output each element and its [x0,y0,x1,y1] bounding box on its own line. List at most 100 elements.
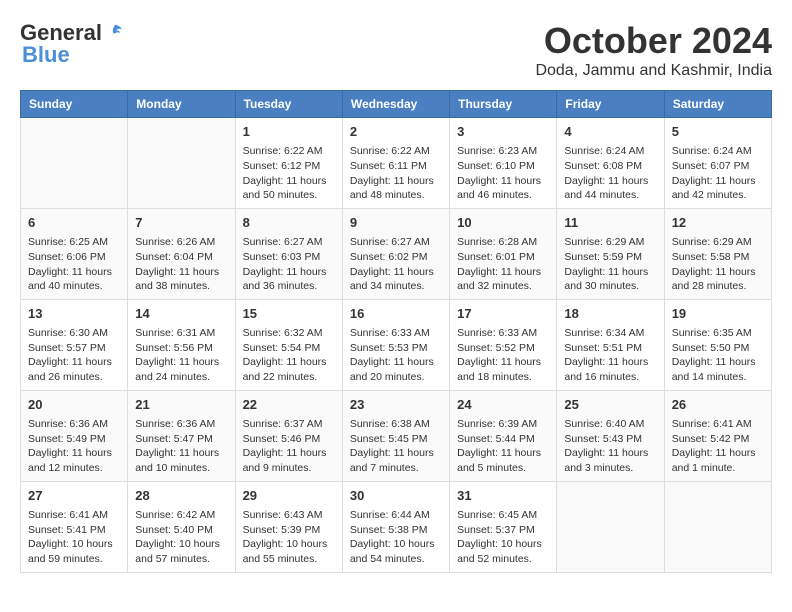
calendar-cell [664,481,771,572]
day-info: Sunrise: 6:25 AMSunset: 6:06 PMDaylight:… [28,235,120,294]
calendar-cell: 4 Sunrise: 6:24 AMSunset: 6:08 PMDayligh… [557,118,664,209]
calendar-cell: 9 Sunrise: 6:27 AMSunset: 6:02 PMDayligh… [342,208,449,299]
day-number: 5 [672,123,764,141]
day-number: 29 [243,487,335,505]
day-number: 17 [457,305,549,323]
day-number: 15 [243,305,335,323]
day-number: 6 [28,214,120,232]
day-info: Sunrise: 6:37 AMSunset: 5:46 PMDaylight:… [243,417,335,476]
day-number: 7 [135,214,227,232]
calendar-cell: 20 Sunrise: 6:36 AMSunset: 5:49 PMDaylig… [21,390,128,481]
calendar-header-friday: Friday [557,91,664,118]
day-info: Sunrise: 6:43 AMSunset: 5:39 PMDaylight:… [243,508,335,567]
day-info: Sunrise: 6:32 AMSunset: 5:54 PMDaylight:… [243,326,335,385]
calendar-cell: 25 Sunrise: 6:40 AMSunset: 5:43 PMDaylig… [557,390,664,481]
day-number: 9 [350,214,442,232]
day-info: Sunrise: 6:36 AMSunset: 5:49 PMDaylight:… [28,417,120,476]
day-number: 21 [135,396,227,414]
day-number: 28 [135,487,227,505]
day-info: Sunrise: 6:31 AMSunset: 5:56 PMDaylight:… [135,326,227,385]
calendar-header-saturday: Saturday [664,91,771,118]
day-number: 8 [243,214,335,232]
day-number: 14 [135,305,227,323]
day-info: Sunrise: 6:27 AMSunset: 6:02 PMDaylight:… [350,235,442,294]
calendar-cell: 26 Sunrise: 6:41 AMSunset: 5:42 PMDaylig… [664,390,771,481]
calendar-week-row: 20 Sunrise: 6:36 AMSunset: 5:49 PMDaylig… [21,390,772,481]
calendar-header-wednesday: Wednesday [342,91,449,118]
calendar-cell: 2 Sunrise: 6:22 AMSunset: 6:11 PMDayligh… [342,118,449,209]
calendar-header-tuesday: Tuesday [235,91,342,118]
day-number: 19 [672,305,764,323]
day-number: 20 [28,396,120,414]
day-info: Sunrise: 6:33 AMSunset: 5:53 PMDaylight:… [350,326,442,385]
day-number: 2 [350,123,442,141]
day-number: 26 [672,396,764,414]
location: Doda, Jammu and Kashmir, India [535,62,772,80]
day-number: 1 [243,123,335,141]
day-number: 31 [457,487,549,505]
calendar-week-row: 13 Sunrise: 6:30 AMSunset: 5:57 PMDaylig… [21,299,772,390]
day-number: 3 [457,123,549,141]
day-info: Sunrise: 6:30 AMSunset: 5:57 PMDaylight:… [28,326,120,385]
calendar-cell: 30 Sunrise: 6:44 AMSunset: 5:38 PMDaylig… [342,481,449,572]
calendar-cell: 12 Sunrise: 6:29 AMSunset: 5:58 PMDaylig… [664,208,771,299]
day-number: 23 [350,396,442,414]
calendar-cell: 8 Sunrise: 6:27 AMSunset: 6:03 PMDayligh… [235,208,342,299]
day-number: 22 [243,396,335,414]
logo-blue: Blue [22,42,70,68]
day-info: Sunrise: 6:23 AMSunset: 6:10 PMDaylight:… [457,144,549,203]
calendar-week-row: 27 Sunrise: 6:41 AMSunset: 5:41 PMDaylig… [21,481,772,572]
day-number: 12 [672,214,764,232]
calendar-cell [557,481,664,572]
calendar-cell: 19 Sunrise: 6:35 AMSunset: 5:50 PMDaylig… [664,299,771,390]
day-number: 30 [350,487,442,505]
calendar-week-row: 6 Sunrise: 6:25 AMSunset: 6:06 PMDayligh… [21,208,772,299]
day-info: Sunrise: 6:29 AMSunset: 5:59 PMDaylight:… [564,235,656,294]
day-info: Sunrise: 6:45 AMSunset: 5:37 PMDaylight:… [457,508,549,567]
day-number: 24 [457,396,549,414]
calendar-header-thursday: Thursday [450,91,557,118]
day-info: Sunrise: 6:33 AMSunset: 5:52 PMDaylight:… [457,326,549,385]
calendar-header-row: SundayMondayTuesdayWednesdayThursdayFrid… [21,91,772,118]
logo-bird-icon [104,22,126,44]
calendar-cell: 31 Sunrise: 6:45 AMSunset: 5:37 PMDaylig… [450,481,557,572]
calendar-cell [21,118,128,209]
calendar-table: SundayMondayTuesdayWednesdayThursdayFrid… [20,90,772,573]
calendar-cell: 3 Sunrise: 6:23 AMSunset: 6:10 PMDayligh… [450,118,557,209]
day-info: Sunrise: 6:26 AMSunset: 6:04 PMDaylight:… [135,235,227,294]
day-info: Sunrise: 6:39 AMSunset: 5:44 PMDaylight:… [457,417,549,476]
day-info: Sunrise: 6:44 AMSunset: 5:38 PMDaylight:… [350,508,442,567]
calendar-cell: 28 Sunrise: 6:42 AMSunset: 5:40 PMDaylig… [128,481,235,572]
day-info: Sunrise: 6:24 AMSunset: 6:07 PMDaylight:… [672,144,764,203]
calendar-cell: 27 Sunrise: 6:41 AMSunset: 5:41 PMDaylig… [21,481,128,572]
day-number: 27 [28,487,120,505]
day-number: 4 [564,123,656,141]
calendar-cell: 16 Sunrise: 6:33 AMSunset: 5:53 PMDaylig… [342,299,449,390]
calendar-cell: 15 Sunrise: 6:32 AMSunset: 5:54 PMDaylig… [235,299,342,390]
calendar-cell: 23 Sunrise: 6:38 AMSunset: 5:45 PMDaylig… [342,390,449,481]
calendar-cell: 6 Sunrise: 6:25 AMSunset: 6:06 PMDayligh… [21,208,128,299]
calendar-week-row: 1 Sunrise: 6:22 AMSunset: 6:12 PMDayligh… [21,118,772,209]
calendar-cell: 7 Sunrise: 6:26 AMSunset: 6:04 PMDayligh… [128,208,235,299]
day-number: 13 [28,305,120,323]
calendar-cell [128,118,235,209]
calendar-cell: 17 Sunrise: 6:33 AMSunset: 5:52 PMDaylig… [450,299,557,390]
calendar-cell: 22 Sunrise: 6:37 AMSunset: 5:46 PMDaylig… [235,390,342,481]
day-number: 10 [457,214,549,232]
calendar-header-monday: Monday [128,91,235,118]
day-info: Sunrise: 6:42 AMSunset: 5:40 PMDaylight:… [135,508,227,567]
calendar-cell: 11 Sunrise: 6:29 AMSunset: 5:59 PMDaylig… [557,208,664,299]
calendar-cell: 14 Sunrise: 6:31 AMSunset: 5:56 PMDaylig… [128,299,235,390]
calendar-cell: 21 Sunrise: 6:36 AMSunset: 5:47 PMDaylig… [128,390,235,481]
day-info: Sunrise: 6:40 AMSunset: 5:43 PMDaylight:… [564,417,656,476]
day-info: Sunrise: 6:22 AMSunset: 6:12 PMDaylight:… [243,144,335,203]
day-info: Sunrise: 6:22 AMSunset: 6:11 PMDaylight:… [350,144,442,203]
day-info: Sunrise: 6:27 AMSunset: 6:03 PMDaylight:… [243,235,335,294]
day-number: 16 [350,305,442,323]
logo: General Blue [20,20,126,68]
day-info: Sunrise: 6:41 AMSunset: 5:41 PMDaylight:… [28,508,120,567]
calendar-cell: 13 Sunrise: 6:30 AMSunset: 5:57 PMDaylig… [21,299,128,390]
month-title: October 2024 [535,20,772,62]
page-header: General Blue October 2024 Doda, Jammu an… [20,20,772,80]
calendar-header-sunday: Sunday [21,91,128,118]
